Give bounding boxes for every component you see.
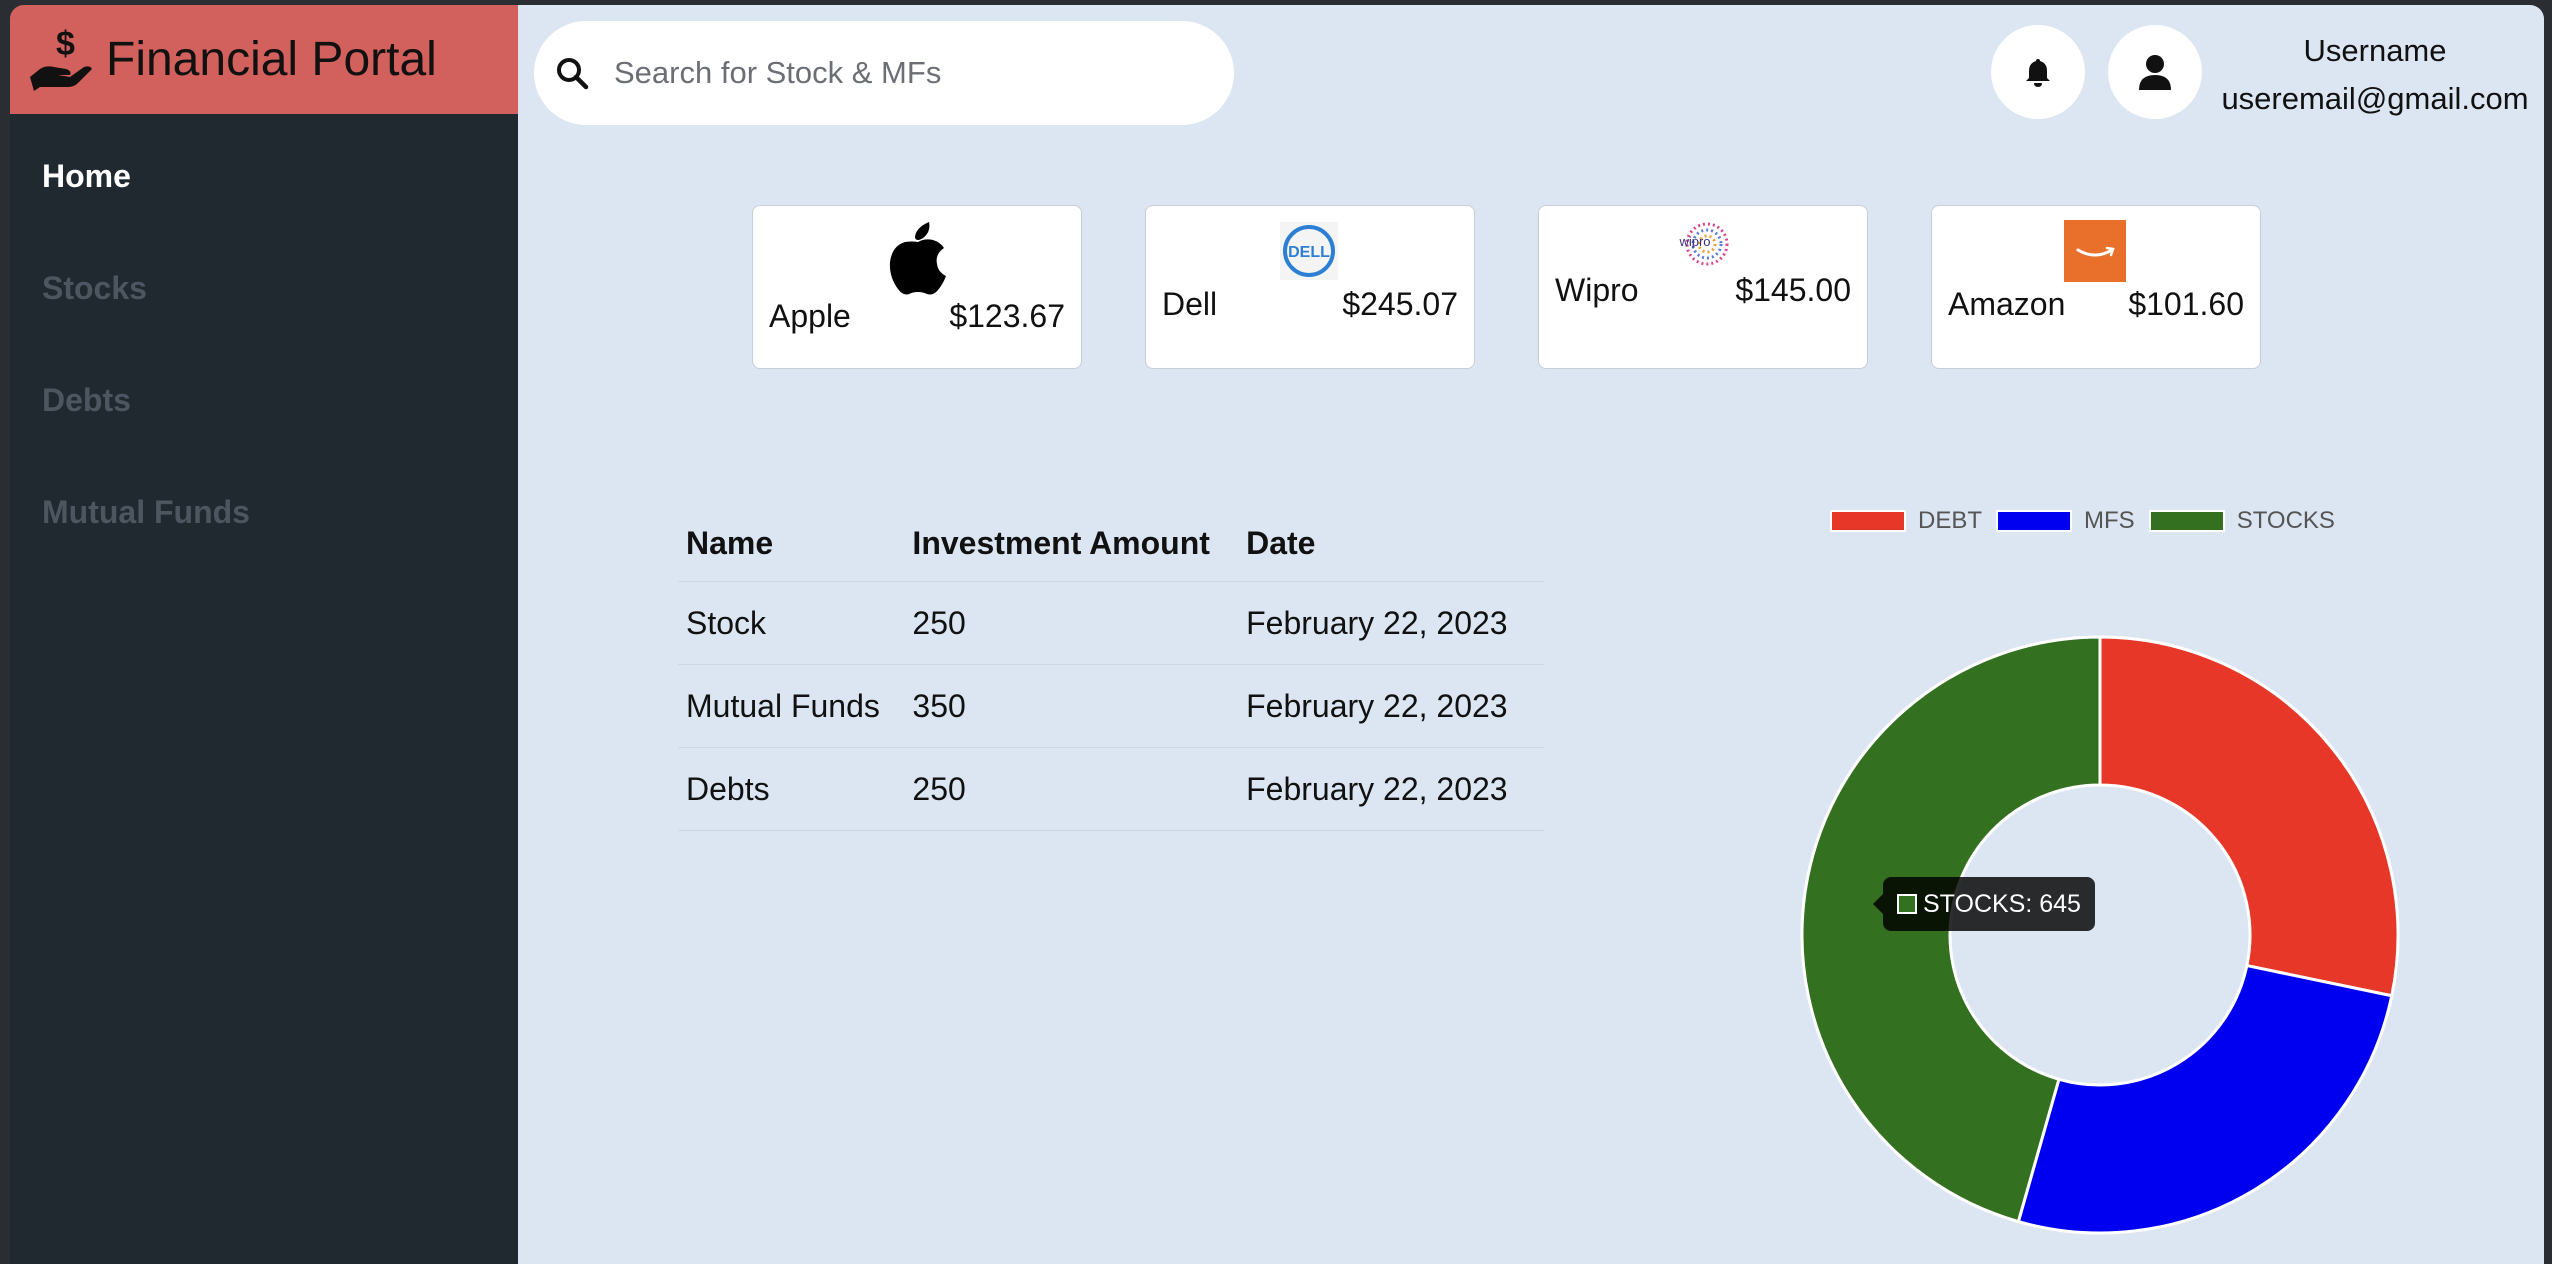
legend-swatch — [1996, 510, 2073, 532]
stock-price: $145.00 — [1735, 272, 1851, 308]
stock-price: $101.60 — [2128, 286, 2244, 322]
donut-slice-mfs[interactable] — [2016, 963, 2394, 1235]
legend-swatch — [2148, 510, 2225, 532]
table-row: Stock 250 February 22, 2023 — [678, 582, 1544, 665]
tooltip-swatch — [1897, 894, 1917, 914]
search-icon — [557, 58, 589, 90]
stock-card-apple[interactable]: Apple $123.67 — [752, 205, 1082, 369]
legend-item-debt[interactable]: DEBT — [1830, 507, 1982, 535]
table-header: Name Investment Amount Date — [678, 505, 1544, 582]
wipro-logo: wipro — [1678, 222, 1729, 266]
amazon-logo — [2064, 220, 2126, 282]
legend-swatch — [1830, 510, 1906, 532]
stock-name: Dell — [1162, 286, 1218, 322]
cell-name: Mutual Funds — [686, 687, 880, 724]
chart-legend: DEBT MFS STOCKS — [1830, 507, 2349, 535]
cell-date: February 22, 2023 — [1246, 770, 1508, 807]
sidebar-item-stocks[interactable]: Stocks — [42, 262, 250, 374]
cell-date: February 22, 2023 — [1246, 687, 1508, 724]
stock-price: $123.67 — [949, 298, 1065, 334]
sidebar-item-debts[interactable]: Debts — [42, 374, 250, 486]
donut-slice-debt[interactable] — [2098, 635, 2400, 998]
legend-item-stocks[interactable]: STOCKS — [2148, 507, 2335, 535]
avatar-button[interactable] — [2108, 25, 2202, 119]
sidebar: $ Financial Portal Home Stocks Debts Mut… — [10, 5, 518, 1264]
column-header-date: Date — [1246, 524, 1316, 561]
sidebar-item-mutual-funds[interactable]: Mutual Funds — [42, 486, 250, 598]
stock-card-wipro[interactable]: wipro Wipro $145.00 — [1538, 205, 1868, 369]
dell-logo: DELL — [1280, 222, 1338, 280]
investment-donut-chart — [1800, 635, 2400, 1235]
legend-label: STOCKS — [2236, 507, 2335, 534]
cell-date: February 22, 2023 — [1246, 604, 1508, 641]
cell-name: Debts — [686, 770, 770, 807]
table-row: Debts 250 February 22, 2023 — [678, 748, 1544, 831]
notification-button[interactable] — [1991, 25, 2085, 119]
stock-price: $245.07 — [1342, 286, 1458, 322]
user-email: useremail@gmail.com — [2221, 81, 2529, 116]
svg-text:wipro: wipro — [1678, 234, 1710, 249]
sidebar-item-home[interactable]: Home — [42, 150, 250, 262]
stock-name: Wipro — [1555, 272, 1639, 308]
brand-header[interactable]: $ Financial Portal — [10, 5, 518, 114]
stock-name: Apple — [769, 298, 851, 334]
search-bar — [534, 21, 1234, 125]
cell-amount: 350 — [912, 687, 966, 724]
user-icon — [2139, 55, 2171, 90]
svg-text:$: $ — [56, 25, 75, 63]
app-title: Financial Portal — [106, 33, 437, 86]
stock-card-dell[interactable]: DELL Dell $245.07 — [1145, 205, 1475, 369]
cell-amount: 250 — [912, 604, 966, 641]
app-window: $ Financial Portal Home Stocks Debts Mut… — [10, 5, 2544, 1264]
column-header-name: Name — [686, 524, 774, 561]
stock-name: Amazon — [1948, 286, 2066, 322]
legend-item-mfs[interactable]: MFS — [1996, 507, 2135, 535]
user-info[interactable]: Username useremail@gmail.com — [2210, 27, 2540, 123]
svg-text:DELL: DELL — [1288, 244, 1330, 261]
cell-amount: 250 — [912, 770, 966, 807]
money-hand-icon: $ — [30, 25, 92, 91]
legend-label: DEBT — [1918, 507, 1983, 534]
chart-tooltip: STOCKS: 645 — [1873, 877, 2095, 931]
bell-icon — [2026, 59, 2050, 87]
search-input[interactable] — [612, 54, 1216, 92]
legend-label: MFS — [2084, 507, 2135, 534]
table-row: Mutual Funds 350 February 22, 2023 — [678, 665, 1544, 748]
investments-table: Name Investment Amount Date Stock 250 Fe… — [678, 505, 1544, 831]
username: Username — [2303, 33, 2447, 68]
stock-card-amazon[interactable]: Amazon $101.60 — [1931, 205, 2261, 369]
apple-logo — [889, 222, 946, 295]
column-header-amount: Investment Amount — [912, 524, 1210, 561]
tooltip-label: STOCKS: 645 — [1923, 889, 2081, 918]
cell-name: Stock — [686, 604, 767, 641]
sidebar-nav: Home Stocks Debts Mutual Funds — [42, 150, 250, 598]
